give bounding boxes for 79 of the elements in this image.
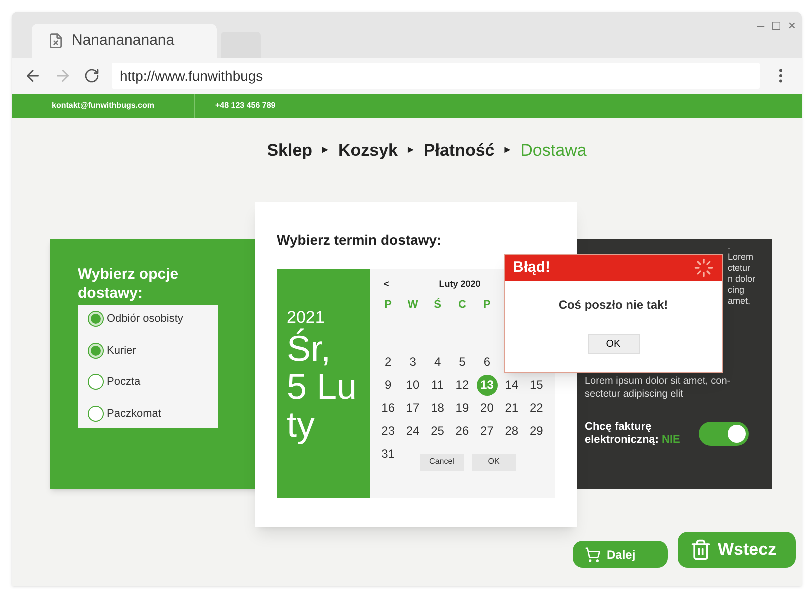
breadcrumb-separator: ► <box>320 144 330 158</box>
trash-icon <box>690 539 712 561</box>
spinner-icon <box>694 258 714 278</box>
delivery-title: Wybierz opcje dostawy: <box>78 265 180 303</box>
radio-button[interactable] <box>88 374 104 390</box>
weekday-label: P <box>482 298 492 314</box>
month-label: Luty 2020 <box>439 278 481 291</box>
date-text: Śr, 5 Luty <box>287 330 358 444</box>
panel-text-fragment: n dolor <box>728 274 757 285</box>
calendar-day[interactable]: 4 <box>427 352 448 372</box>
browser-tab[interactable]: Nananananana <box>32 24 217 58</box>
forward-icon[interactable] <box>54 67 72 85</box>
calendar-day[interactable]: 2 <box>378 352 399 372</box>
calendar-day[interactable]: 9 <box>378 374 399 396</box>
date-card-title: Wybierz termin dostawy: <box>277 230 443 250</box>
calendar-day[interactable]: 12 <box>452 374 473 396</box>
panel-text-fragment: Lorem <box>728 252 755 263</box>
phone-text: +48 123 456 789 <box>214 100 277 112</box>
panel-text-fragment: . <box>728 241 732 252</box>
weekday-label: W <box>406 298 420 314</box>
calendar-day[interactable]: 29 <box>526 420 548 442</box>
calendar-day[interactable]: 25 <box>427 420 448 442</box>
address-field[interactable]: http://www.funwithbugs <box>112 63 760 89</box>
panel-paragraph: Lorem ipsum dolor sit amet, con- sectetur adipiscing elit <box>585 375 732 401</box>
calendar-day[interactable]: 16 <box>378 398 399 418</box>
radio-button[interactable] <box>88 342 104 359</box>
option-label: Odbiór osobisty <box>107 312 184 327</box>
breadcrumb-separator: ► <box>502 144 513 158</box>
calendar-day[interactable]: 5 <box>452 352 473 372</box>
weekday-label: Ś <box>433 297 442 314</box>
calendar-day[interactable]: 23 <box>378 420 399 442</box>
breadcrumb-item[interactable]: Sklep <box>267 138 313 164</box>
dialog-message: Coś poszło nie tak! <box>558 297 670 314</box>
calendar-day[interactable]: 24 <box>402 420 424 442</box>
panel-text-fragment: cing <box>728 285 746 296</box>
option-label: Paczkomat <box>107 406 162 422</box>
breadcrumb-item[interactable]: Kozsyk <box>338 138 398 164</box>
window-control[interactable]: – <box>757 16 765 36</box>
calendar-day[interactable]: 15 <box>526 374 548 396</box>
tab-title: Nananananana <box>72 30 175 51</box>
calendar-day[interactable]: 10 <box>402 374 424 396</box>
calendar-day[interactable]: 20 <box>476 398 498 418</box>
calendar-button[interactable]: OK <box>472 454 516 470</box>
calendar-day[interactable]: 18 <box>427 398 448 418</box>
window-control[interactable]: × <box>788 16 796 36</box>
weekday-label: C <box>458 298 468 314</box>
calendar-day[interactable]: 14 <box>501 374 522 396</box>
panel-text-fragment: ctetur <box>728 263 752 274</box>
calendar-day[interactable]: 22 <box>526 398 548 418</box>
calendar-day[interactable]: 28 <box>501 420 522 442</box>
option-label: Kurier <box>107 344 136 358</box>
weekday-label: P <box>384 298 394 314</box>
cart-icon <box>585 546 601 562</box>
option-label: Poczta <box>107 375 141 390</box>
calendar-day[interactable]: 26 <box>452 420 473 442</box>
dialog-title: Błąd! <box>513 258 550 278</box>
panel-text-fragment: amet, <box>728 296 752 307</box>
invoice-switch[interactable] <box>699 422 749 446</box>
breadcrumb-separator: ► <box>406 144 416 158</box>
previous-month-button[interactable]: < <box>384 278 390 292</box>
calendar-day[interactable]: 3 <box>402 352 424 372</box>
calendar-button[interactable]: Cancel <box>420 454 464 470</box>
calendar-day[interactable]: 27 <box>476 420 498 442</box>
calendar-day[interactable]: 11 <box>427 374 448 396</box>
invoice-label: Chcę fakturę elektroniczną: NIE <box>585 421 682 447</box>
year-text: 2021 <box>287 306 326 328</box>
back-icon[interactable] <box>24 67 42 85</box>
breadcrumb-item[interactable]: Płatność <box>424 138 495 164</box>
page-icon <box>48 33 64 49</box>
calendar-day[interactable]: 31 <box>378 444 399 464</box>
window-control[interactable]: □ <box>772 16 780 36</box>
reload-icon[interactable] <box>84 68 100 84</box>
calendar-day[interactable]: 21 <box>501 398 522 418</box>
radio-button[interactable] <box>88 311 104 328</box>
dialog-ok-button[interactable]: OK <box>588 334 640 354</box>
calendar-day[interactable]: 19 <box>452 398 473 418</box>
calendar-day[interactable]: 6 <box>476 352 498 372</box>
radio-button[interactable] <box>88 406 104 422</box>
calendar-day[interactable]: 17 <box>402 398 424 418</box>
